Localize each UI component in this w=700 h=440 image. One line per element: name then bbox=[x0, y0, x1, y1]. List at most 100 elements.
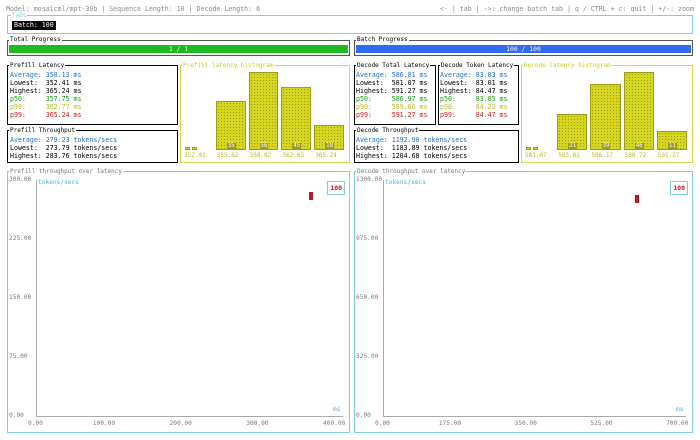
prefill-chart-title: Prefill throughput over latency bbox=[9, 168, 123, 175]
decode-throughput-chart: Decode throughput over latency 1300.00 97… bbox=[354, 168, 693, 433]
prefill-chart-x-axis bbox=[36, 416, 343, 417]
prefill-latency-p99: p99: 365.24 ms bbox=[10, 111, 82, 119]
prefill-histogram-bin-label: 365.24 bbox=[315, 152, 337, 159]
decode-throughput-lowest: Lowest: 1183.89 tokens/secs bbox=[356, 144, 468, 152]
prefill-histogram-panel: Prefill latency histogram 352.41 35 355.62… bbox=[180, 62, 350, 163]
prefill-chart-data-point bbox=[308, 192, 313, 201]
header-model-info: Model: mosaicml/mpt-30b | Sequence Lengt… bbox=[6, 5, 261, 13]
prefill-throughput-panel: Prefill Throughput Average: 279.23 token… bbox=[7, 127, 178, 163]
decode-chart-y-tick-label: 975.00 bbox=[356, 235, 379, 242]
decode-total-latency-p90: p90: 589.60 ms bbox=[356, 103, 428, 111]
decode-histogram-bar bbox=[590, 84, 621, 150]
decode-total-latency-panel: Decode Total Latency Average: 586.81 ms … bbox=[354, 62, 436, 125]
decode-chart-legend: 100 bbox=[670, 181, 688, 195]
decode-total-latency-lowest: Lowest: 581.07 ms bbox=[356, 79, 428, 87]
prefill-latency-p50: p50: 357.75 ms bbox=[10, 95, 82, 103]
decode-chart-y-tick-label: 0.00 bbox=[356, 412, 371, 419]
prefill-chart-y-tick-label: 75.00 bbox=[9, 353, 28, 360]
prefill-chart-y-axis bbox=[36, 180, 37, 416]
prefill-histogram-bin-label: 362.03 bbox=[282, 152, 305, 159]
decode-chart-title: Decode throughput over latency bbox=[356, 168, 467, 175]
prefill-histogram-bar bbox=[281, 87, 312, 150]
prefill-histogram-bar-tick bbox=[192, 147, 197, 150]
decode-chart-x-tick-label: 525.00 bbox=[590, 420, 613, 427]
decode-histogram-bar bbox=[526, 147, 531, 150]
prefill-chart-x-tick-label: 0.00 bbox=[28, 420, 43, 427]
prefill-throughput-average: Average: 279.23 tokens/secs bbox=[10, 136, 118, 144]
prefill-throughput-chart: Prefill throughput over latency 300.00 22… bbox=[7, 168, 350, 433]
total-progress-bar: 1 / 1 bbox=[9, 45, 348, 53]
batch-progress-value: 100 / 100 bbox=[506, 45, 541, 53]
batch-progress-panel: Batch Progress 100 / 100 bbox=[354, 36, 693, 56]
decode-chart-x-axis-label: ms bbox=[676, 406, 684, 413]
prefill-latency-panel: Prefill Latency Average: 358.13 ms Lowes… bbox=[7, 62, 178, 125]
tabs-title: Tabs bbox=[11, 12, 28, 19]
decode-histogram-count: 46 bbox=[634, 143, 644, 149]
decode-histogram-bin-label: 581.07 bbox=[525, 152, 547, 159]
decode-histogram-bin-label: 583.62 bbox=[558, 152, 580, 159]
decode-token-latency-p99: p99: 84.47 ms bbox=[440, 111, 508, 119]
decode-histogram-bin-label: 588.72 bbox=[624, 152, 647, 159]
decode-throughput-panel: Decode Throughput Average: 1192.90 token… bbox=[354, 127, 519, 163]
decode-token-latency-highest: Highest: 84.47 ms bbox=[440, 87, 508, 95]
decode-chart-x-tick-label: 0.00 bbox=[375, 420, 390, 427]
prefill-histogram-bar bbox=[185, 147, 190, 150]
total-progress-title: Total Progress bbox=[9, 36, 62, 43]
prefill-latency-p90: p90: 362.77 ms bbox=[10, 103, 82, 111]
prefill-latency-lowest: Lowest: 352.41 ms bbox=[10, 79, 82, 87]
decode-chart-x-tick-label: 175.00 bbox=[438, 420, 462, 427]
decode-chart-x-tick-label: 350.00 bbox=[514, 420, 537, 427]
prefill-histogram-bar bbox=[248, 72, 279, 150]
decode-token-latency-p50: p50: 83.85 ms bbox=[440, 95, 508, 103]
prefill-histogram-count: 56 bbox=[259, 143, 269, 149]
prefill-chart-legend: 100 bbox=[327, 181, 345, 195]
header-keybindings: <- | tab | ->: change batch tab | q / CT… bbox=[439, 5, 694, 13]
prefill-histogram-bin-label: 352.41 bbox=[184, 152, 206, 159]
decode-total-latency-highest: Highest: 591.27 ms bbox=[356, 87, 428, 95]
prefill-throughput-highest: Highest: 283.76 tokens/secs bbox=[10, 152, 118, 160]
prefill-histogram-bin-label: 358.82 bbox=[249, 152, 272, 159]
prefill-chart-x-tick-label: 100.00 bbox=[92, 420, 116, 427]
prefill-latency-highest: Highest: 365.24 ms bbox=[10, 87, 82, 95]
prefill-chart-y-tick-label: 0.00 bbox=[9, 412, 24, 419]
total-progress-panel: Total Progress 1 / 1 bbox=[7, 36, 350, 56]
decode-total-latency-p50: p50: 586.97 ms bbox=[356, 95, 428, 103]
decode-histogram-panel: Decode latency histogram 581.07 21 583.62 3… bbox=[521, 62, 693, 163]
prefill-chart-x-tick-label: 300.00 bbox=[246, 420, 269, 427]
decode-histogram-count: 39 bbox=[601, 143, 611, 149]
tab-batch-100[interactable]: Batch: 100 bbox=[12, 21, 56, 30]
decode-histogram-count: 21 bbox=[568, 143, 578, 149]
prefill-chart-x-tick-label: 200.00 bbox=[169, 420, 192, 427]
decode-total-latency-average: Average: 586.81 ms bbox=[356, 71, 428, 79]
decode-histogram-count: 11 bbox=[667, 143, 677, 149]
decode-histogram-title: Decode latency histogram bbox=[523, 62, 612, 69]
prefill-chart-x-tick-label: 400.00 bbox=[323, 420, 346, 427]
decode-chart-data-point bbox=[635, 195, 639, 204]
decode-chart-y-axis-label: tokens/secs bbox=[385, 179, 426, 186]
prefill-histogram-count: 35 bbox=[226, 143, 236, 149]
total-progress-value: 1 / 1 bbox=[168, 45, 189, 53]
decode-histogram-bin-label: 591.27 bbox=[657, 152, 680, 159]
decode-histogram-bar bbox=[623, 72, 654, 150]
prefill-histogram-bin-label: 355.62 bbox=[216, 152, 239, 159]
decode-token-latency-average: Average: 83.83 ms bbox=[440, 71, 508, 79]
decode-chart-x-tick-label: 700.00 bbox=[666, 420, 689, 427]
tabs-bar: Tabs Batch: 100 bbox=[7, 12, 693, 34]
decode-chart-y-tick-label: 1300.00 bbox=[356, 176, 383, 183]
decode-chart-y-tick-label: 325.00 bbox=[356, 353, 379, 360]
decode-token-latency-lowest: Lowest: 83.01 ms bbox=[440, 79, 508, 87]
decode-chart-x-axis bbox=[383, 416, 686, 417]
prefill-latency-title: Prefill Latency bbox=[9, 62, 66, 69]
decode-throughput-average: Average: 1192.90 tokens/secs bbox=[356, 136, 468, 144]
decode-token-latency-panel: Decode Token Latency Average: 83.83 ms L… bbox=[438, 62, 519, 125]
prefill-chart-y-tick-label: 300.00 bbox=[9, 176, 32, 183]
prefill-chart-y-tick-label: 225.00 bbox=[9, 235, 32, 242]
decode-histogram-bar-tick bbox=[533, 147, 538, 150]
prefill-histogram-count: 45 bbox=[292, 143, 302, 149]
batch-progress-title: Batch Progress bbox=[356, 36, 409, 43]
decode-throughput-highest: Highest: 1204.68 tokens/secs bbox=[356, 152, 468, 160]
prefill-latency-average: Average: 358.13 ms bbox=[10, 71, 82, 79]
prefill-chart-x-axis-label: ms bbox=[333, 406, 341, 413]
prefill-histogram-count: 18 bbox=[325, 143, 335, 149]
decode-chart-y-tick-label: 650.00 bbox=[356, 294, 379, 301]
